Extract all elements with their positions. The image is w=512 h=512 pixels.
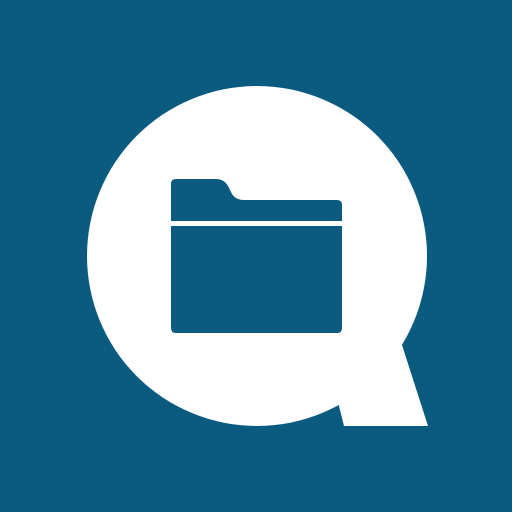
app-icon-graphic [0, 0, 512, 512]
folder-icon [171, 179, 342, 333]
app-icon [0, 0, 512, 512]
folder-divider [171, 221, 342, 226]
folder-body [171, 179, 342, 333]
